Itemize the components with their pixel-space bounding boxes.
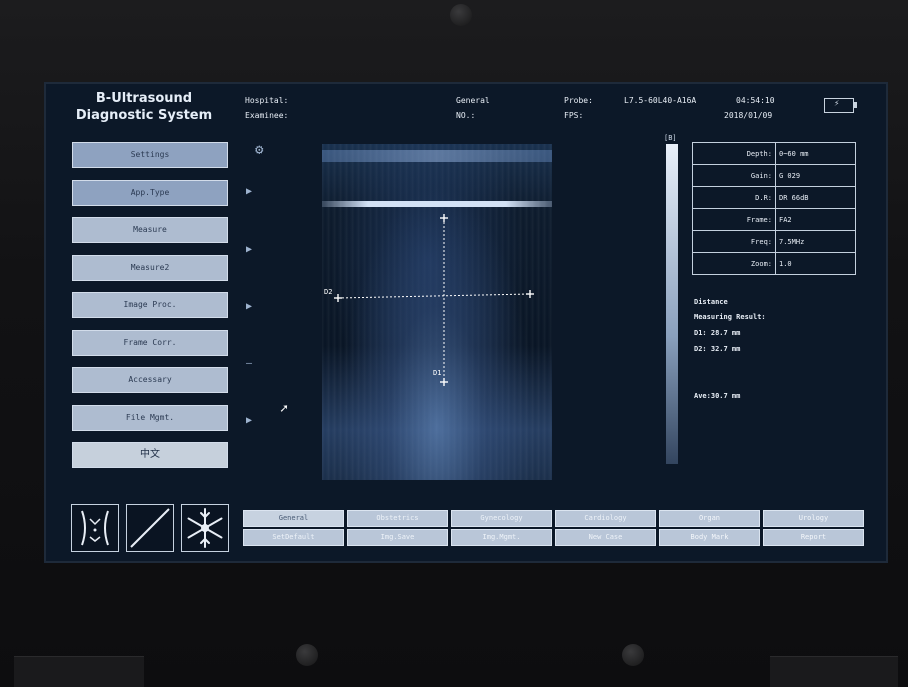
parameter-table: Depth: 0~60 mm Gain: G 029 D.R: DR 66dB Fra…	[692, 142, 856, 275]
menu-image-proc-button[interactable]: Image Proc.	[72, 292, 228, 318]
grayscale-tag: [B]	[664, 134, 677, 142]
menu-app-type-button[interactable]: App.Type	[72, 180, 228, 206]
submenu-arrow-icon: ▶	[246, 244, 253, 255]
bezel-foot-right	[770, 656, 898, 687]
submenu-arrow-icon: ▶	[246, 186, 253, 197]
measurement-overlay	[334, 214, 534, 386]
hospital-label: Hospital:	[245, 96, 289, 105]
param-row-depth: Depth: 0~60 mm	[692, 142, 856, 165]
param-value: 0~60 mm	[775, 142, 856, 165]
param-row-dr: D.R: DR 66dB	[692, 186, 856, 209]
param-key: Freq:	[692, 230, 776, 253]
d1-caliper-label: D1	[433, 369, 442, 377]
menu-measure2-button[interactable]: Measure2	[72, 255, 228, 281]
app-urology-button[interactable]: Urology	[763, 510, 864, 527]
measure-result-d2: D2: 32.7 mm	[694, 345, 741, 353]
ultrasound-image[interactable]: D1 D2	[322, 144, 552, 480]
menu-file-mgmt-button[interactable]: File Mgmt.	[72, 405, 228, 431]
probe-value: L7.5-60L40-A16A	[624, 96, 697, 105]
bezel-screw-bottom-left	[296, 644, 318, 666]
param-row-zoom: Zoom: 1.0	[692, 252, 856, 275]
new-case-button[interactable]: New Case	[555, 529, 656, 546]
param-row-frame: Frame: FA2	[692, 208, 856, 231]
app-cardiology-button[interactable]: Cardiology	[555, 510, 656, 527]
ultrasound-screen: B-Ultrasound Diagnostic System Hospital:…	[44, 82, 888, 563]
freeze-snowflake-icon[interactable]	[181, 504, 229, 552]
param-key: Depth:	[692, 142, 776, 165]
body-mark-icon[interactable]	[71, 504, 119, 552]
submenu-arrow-icon: ▶	[246, 415, 253, 426]
probe-label: Probe:	[564, 96, 593, 105]
app-title-line1: B-Ultrasound	[95, 91, 193, 106]
bezel-screw-top	[450, 4, 472, 26]
fps-label: FPS:	[564, 111, 584, 120]
battery-charging-icon: ⚡	[824, 98, 857, 113]
menu-measure-button[interactable]: Measure	[72, 217, 228, 243]
measure-result-average: Ave:30.7 mm	[694, 392, 741, 400]
body-mark-button[interactable]: Body Mark	[659, 529, 760, 546]
bezel-screw-bottom-right	[622, 644, 644, 666]
param-value: G 029	[775, 164, 856, 187]
mouse-cursor-icon: ➚	[280, 402, 288, 417]
app-title-line2: Diagnostic System	[75, 108, 213, 123]
clock-time: 04:54:10	[736, 96, 775, 105]
param-key: Frame:	[692, 208, 776, 231]
param-row-freq: Freq: 7.5MHz	[692, 230, 856, 253]
menu-settings-button[interactable]: Settings	[72, 142, 228, 168]
image-save-button[interactable]: Img.Save	[347, 529, 448, 546]
param-row-gain: Gain: G 029	[692, 164, 856, 187]
submenu-dash-icon: –	[246, 358, 253, 369]
submenu-arrow-icon: ▶	[246, 301, 253, 312]
image-management-button[interactable]: Img.Mgmt.	[451, 529, 552, 546]
app-gynecology-button[interactable]: Gynecology	[451, 510, 552, 527]
app-organ-button[interactable]: Organ	[659, 510, 760, 527]
app-obstetrics-button[interactable]: Obstetrics	[347, 510, 448, 527]
measure-type: Distance	[694, 298, 728, 306]
clock-date: 2018/01/09	[724, 111, 773, 120]
measure-result-heading: Measuring Result:	[694, 313, 766, 321]
app-title: B-Ultrasound Diagnostic System	[46, 90, 242, 124]
bezel-foot-left	[14, 656, 144, 687]
param-value: DR 66dB	[775, 186, 856, 209]
set-default-button[interactable]: SetDefault	[243, 529, 344, 546]
menu-frame-corr-button[interactable]: Frame Corr.	[72, 330, 228, 356]
param-value: 7.5MHz	[775, 230, 856, 253]
menu-accessary-button[interactable]: Accessary	[72, 367, 228, 393]
exam-number-label: NO.:	[456, 111, 476, 120]
measure-result-d1: D1: 28.7 mm	[694, 329, 741, 337]
exam-mode: General	[456, 96, 490, 105]
menu-language-button[interactable]: 中文	[72, 442, 228, 468]
settings-gear-icon: ⚙	[255, 142, 264, 158]
grayscale-bar	[666, 144, 678, 464]
image-line-icon[interactable]	[126, 504, 174, 552]
report-button[interactable]: Report	[763, 529, 864, 546]
param-key: Gain:	[692, 164, 776, 187]
param-key: D.R:	[692, 186, 776, 209]
examinee-label: Examinee:	[245, 111, 289, 120]
param-value: FA2	[775, 208, 856, 231]
app-general-button[interactable]: General	[243, 510, 344, 527]
param-key: Zoom:	[692, 252, 776, 275]
param-value: 1.0	[775, 252, 856, 275]
d2-caliper-label: D2	[324, 288, 333, 296]
